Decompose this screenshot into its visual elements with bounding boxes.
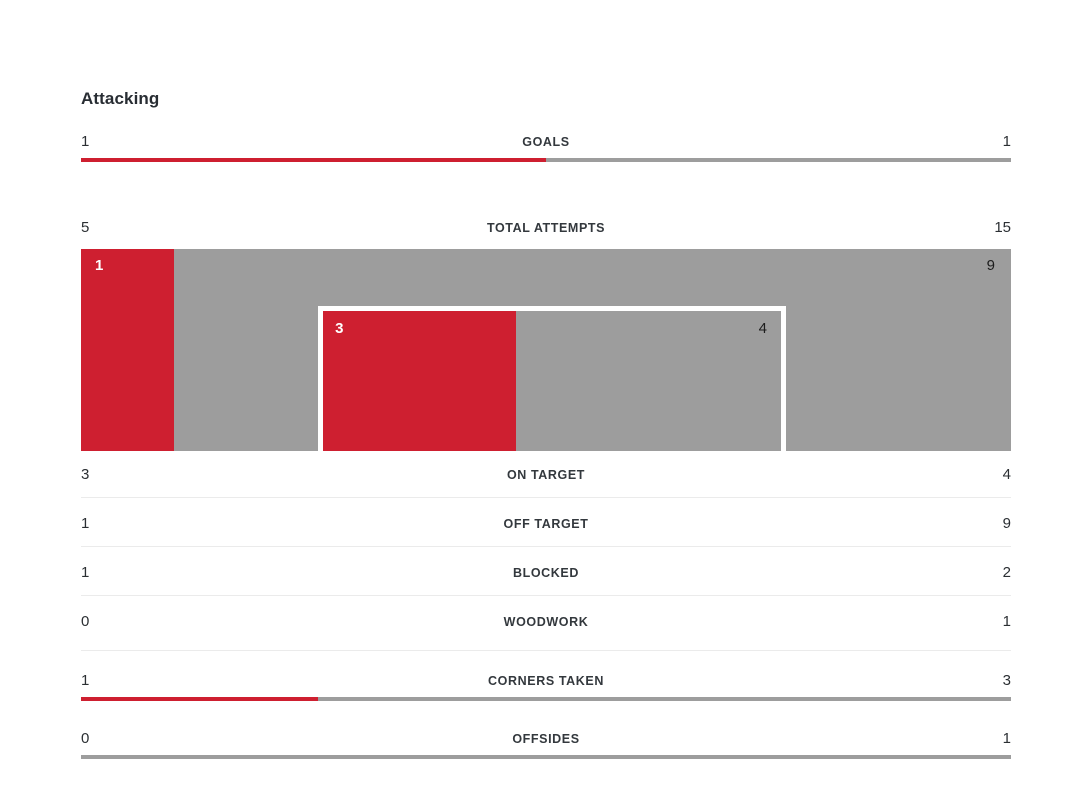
stat-head-woodwork: 0 WOODWORK 1 <box>81 611 1011 633</box>
divider-on-target <box>81 497 1011 498</box>
corners-taken-label: CORNERS TAKEN <box>488 674 604 688</box>
stat-head-goals: 1 GOALS 1 <box>81 131 1011 153</box>
corners-taken-bar <box>81 697 1011 701</box>
total-attempts-label: TOTAL ATTEMPTS <box>486 221 606 235</box>
stat-row-off-target: 1 OFF TARGET 9 <box>81 513 1011 535</box>
goals-bar-home-fill <box>81 158 546 162</box>
stat-head-offsides: 0 OFFSIDES 1 <box>81 728 1011 750</box>
stat-row-on-target: 3 ON TARGET 4 <box>81 464 1011 486</box>
total-attempts-away-marker: 9 <box>986 257 995 274</box>
stat-head-corners-taken: 1 CORNERS TAKEN 3 <box>81 670 1011 692</box>
stat-row-total-attempts: 5 TOTAL ATTEMPTS 15 <box>81 217 1011 239</box>
stat-head-off-target: 1 OFF TARGET 9 <box>81 513 1011 535</box>
off-target-label: OFF TARGET <box>503 517 589 531</box>
total-attempts-inner-home-fill <box>323 311 517 451</box>
offsides-label: OFFSIDES <box>512 732 580 746</box>
stat-row-corners-taken: 1 CORNERS TAKEN 3 <box>81 670 1011 701</box>
corners-taken-away-value: 3 <box>1002 672 1011 689</box>
total-attempts-inner-home-marker: 3 <box>335 320 344 337</box>
stat-head-total-attempts: 5 TOTAL ATTEMPTS 15 <box>81 217 1011 239</box>
stat-row-goals: 1 GOALS 1 <box>81 131 1011 162</box>
off-target-away-value: 9 <box>1002 515 1011 532</box>
woodwork-away-value: 1 <box>1002 613 1011 630</box>
corners-taken-bar-home-fill <box>81 697 319 701</box>
stat-row-blocked: 1 BLOCKED 2 <box>81 562 1011 584</box>
goals-away-value: 1 <box>1002 133 1011 150</box>
on-target-away-value: 4 <box>1002 466 1011 483</box>
stat-row-offsides: 0 OFFSIDES 1 <box>81 728 1011 759</box>
blocked-label: BLOCKED <box>512 566 579 580</box>
on-target-label: ON TARGET <box>506 468 586 482</box>
total-attempts-home-marker: 1 <box>95 257 104 274</box>
offsides-away-value: 1 <box>1002 730 1011 747</box>
stat-row-woodwork: 0 WOODWORK 1 <box>81 611 1011 633</box>
goals-label: GOALS <box>522 135 570 149</box>
offsides-bar <box>81 755 1011 759</box>
divider-blocked <box>81 595 1011 596</box>
divider-woodwork <box>81 650 1011 651</box>
blocked-away-value: 2 <box>1002 564 1011 581</box>
total-attempts-inner-box: 3 4 <box>318 306 786 451</box>
goals-bar <box>81 158 1011 162</box>
divider-off-target <box>81 546 1011 547</box>
total-attempts-inner-away-marker: 4 <box>758 320 767 337</box>
total-attempts-chart: 1 9 3 4 <box>81 249 1011 451</box>
total-attempts-home-block <box>81 249 174 451</box>
stat-head-blocked: 1 BLOCKED 2 <box>81 562 1011 584</box>
woodwork-label: WOODWORK <box>503 615 589 629</box>
page-title: Attacking <box>81 89 160 108</box>
stat-head-on-target: 3 ON TARGET 4 <box>81 464 1011 486</box>
total-attempts-away-value: 15 <box>994 219 1011 236</box>
